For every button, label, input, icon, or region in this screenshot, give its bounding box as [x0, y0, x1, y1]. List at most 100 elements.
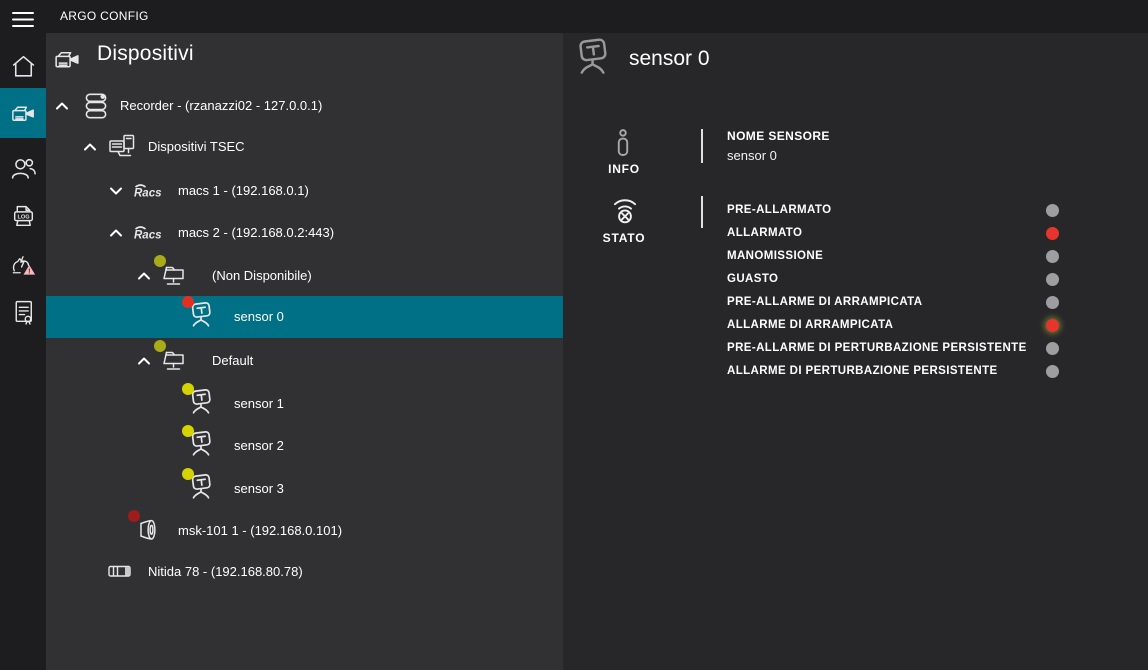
tree-row[interactable]: (Non Disponibile) [46, 255, 563, 297]
svg-text:!: ! [28, 266, 30, 275]
status-row: PRE-ALLARME DI PERTURBAZIONE PERSISTENTE [727, 337, 1097, 360]
status-indicator-dot [1046, 250, 1059, 263]
sensor-icon [571, 37, 617, 83]
home-icon [9, 52, 38, 81]
chevron-up-icon[interactable] [134, 351, 154, 371]
svg-text:Racs: Racs [134, 230, 162, 242]
tree-row[interactable]: sensor 3 [46, 468, 563, 510]
chevron-up-icon[interactable] [80, 137, 100, 157]
status-indicator-dot [1046, 204, 1059, 217]
tree-row[interactable]: Racs macs 2 - (192.168.0.2:443) [46, 212, 563, 254]
field-value: sensor 0 [727, 148, 830, 163]
section-divider [701, 196, 703, 228]
tree-row[interactable]: sensor 1 [46, 383, 563, 425]
network-folder-icon [158, 260, 190, 292]
sidebar-item-alerts[interactable]: ! [0, 242, 46, 288]
status-label: PRE-ALLARME DI PERTURBAZIONE PERSISTENTE [727, 337, 1097, 360]
status-badge [182, 425, 194, 437]
tree-row-label: sensor 0 [234, 296, 284, 338]
tree-row[interactable]: msk-101 1 - (192.168.0.101) [46, 510, 563, 552]
field-name: NOME SENSORE [727, 129, 830, 143]
status-badge [182, 468, 194, 480]
status-indicator-dot [1046, 319, 1059, 332]
video-camera-icon [9, 99, 38, 128]
info-fields: NOME SENSORE sensor 0 [727, 129, 830, 163]
status-indicator-dot [1046, 342, 1059, 355]
tree-row[interactable]: Racsmacs 1 - (192.168.0.1) [46, 170, 563, 212]
tree-row-label: Default [212, 340, 253, 382]
sidebar-item-home[interactable] [0, 44, 46, 88]
sidebar-item-devices[interactable] [0, 88, 46, 138]
recorder-icon [80, 90, 112, 122]
log-icon: LOG [9, 202, 38, 231]
status-label: MANOMISSIONE [727, 245, 1097, 268]
info-field: NOME SENSORE sensor 0 [727, 129, 830, 163]
tree-row-label: macs 2 - (192.168.0.2:443) [178, 212, 334, 254]
sensor-icon [186, 473, 218, 505]
status-indicator-dot [1046, 296, 1059, 309]
sidebar-item-users[interactable] [0, 146, 46, 190]
users-icon [9, 154, 38, 183]
app-title: ARGO CONFIG [60, 0, 149, 33]
status-label: GUASTO [727, 268, 1097, 291]
status-label: PRE-ALLARME DI ARRAMPICATA [727, 291, 1097, 314]
devices-tree-panel: Dispositivi Recorder - (rzanazzi02 - 127… [46, 33, 563, 670]
chevron-up-icon[interactable] [106, 223, 126, 243]
stato-section-label: STATO [579, 231, 669, 245]
status-row: ALLARME DI ARRAMPICATA [727, 314, 1097, 337]
tree-row[interactable]: sensor 0 [46, 296, 563, 338]
macs-logo-icon: Racs [132, 225, 168, 242]
network-folder-icon [158, 345, 190, 377]
status-badge [182, 383, 194, 395]
chevron-up-icon[interactable] [52, 96, 72, 116]
status-indicator-dot [1046, 273, 1059, 286]
svg-text:LOG: LOG [17, 214, 29, 220]
status-badge [154, 340, 166, 352]
status-label: ALLARME DI PERTURBAZIONE PERSISTENTE [727, 360, 1097, 383]
chevron-up-icon[interactable] [134, 266, 154, 286]
msk-detector-icon [132, 515, 164, 547]
sensor-detail-panel: sensor 0 INFO NOME SENSORE sensor 0 STAT… [563, 33, 1148, 670]
tree-row-label: (Non Disponibile) [212, 255, 312, 297]
tree-row[interactable]: sensor 2 [46, 425, 563, 467]
alert-icon: ! [9, 251, 38, 280]
status-badge [182, 296, 194, 308]
tree-row-label: Dispositivi TSEC [148, 126, 245, 168]
status-indicator-dot [1046, 227, 1059, 240]
section-divider [701, 129, 703, 163]
tree-row[interactable]: Default [46, 340, 563, 382]
sidebar-item-log[interactable]: LOG [0, 194, 46, 238]
title-bar: ARGO CONFIG [0, 0, 1148, 33]
status-badge [154, 255, 166, 267]
report-icon [9, 298, 38, 327]
hamburger-menu-button[interactable] [0, 3, 46, 35]
video-camera-icon [52, 44, 83, 75]
tree-row-label: Nitida 78 - (192.168.80.78) [148, 551, 303, 593]
svg-text:Racs: Racs [134, 188, 162, 200]
tree-row[interactable]: Nitida 78 - (192.168.80.78) [46, 551, 563, 593]
status-row: GUASTO [727, 268, 1097, 291]
status-list: PRE-ALLARMATO ALLARMATO MANOMISSIONE GUA… [727, 199, 1097, 383]
page-title: Dispositivi [97, 42, 194, 66]
info-icon [608, 128, 638, 164]
tree-row-label: sensor 2 [234, 425, 284, 467]
status-row: MANOMISSIONE [727, 245, 1097, 268]
status-row: ALLARMATO [727, 222, 1097, 245]
status-badge [128, 510, 140, 522]
tree-row[interactable]: Recorder - (rzanazzi02 - 127.0.0.1) [46, 85, 563, 127]
chevron-down-icon[interactable] [106, 181, 126, 201]
status-label: ALLARMATO [727, 222, 1097, 245]
nitida-camera-icon [106, 564, 136, 581]
no-signal-icon [607, 192, 643, 228]
sidebar-nav: LOG! [0, 0, 46, 670]
detail-title: sensor 0 [629, 47, 710, 71]
tree-row-label: sensor 3 [234, 468, 284, 510]
status-label: PRE-ALLARMATO [727, 199, 1097, 222]
tree-row[interactable]: Dispositivi TSEC [46, 126, 563, 168]
computer-icon [106, 131, 138, 163]
tree-row-label: sensor 1 [234, 383, 284, 425]
status-row: PRE-ALLARME DI ARRAMPICATA [727, 291, 1097, 314]
sidebar-item-reports[interactable] [0, 290, 46, 334]
tree-row-label: msk-101 1 - (192.168.0.101) [178, 510, 342, 552]
sensor-icon [186, 301, 218, 333]
